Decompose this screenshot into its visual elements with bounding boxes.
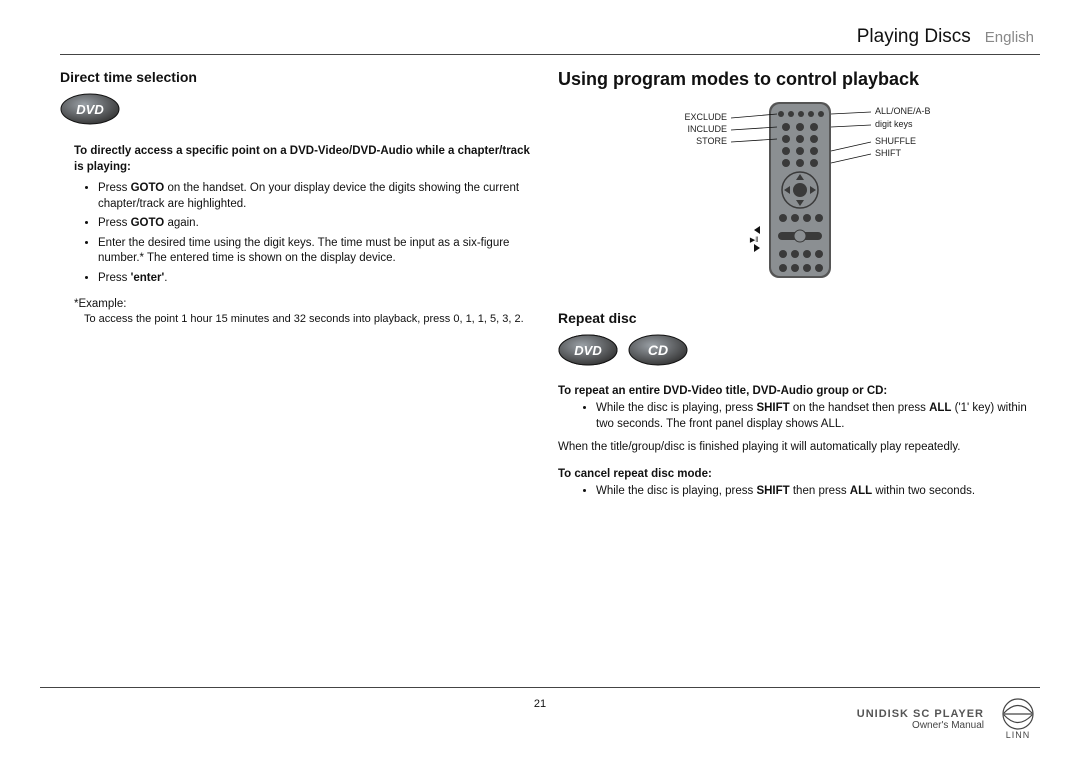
cancel-repeat-step-1: While the disc is playing, press SHIFT t…: [596, 484, 1040, 500]
repeat-steps: While the disc is playing, press SHIFT o…: [558, 401, 1040, 432]
language-label: English: [985, 29, 1034, 46]
chapter-title: Playing Discs: [857, 26, 971, 48]
callout-include: INCLUDE: [659, 124, 727, 134]
callout-exclude: EXCLUDE: [659, 112, 727, 122]
step-1: Press GOTO on the handset. On your displ…: [98, 181, 530, 212]
header-rule: [60, 54, 1040, 55]
remote-illustration: ▶ǁ EXCLUDE INCLUDE: [659, 100, 939, 280]
page-number: 21: [40, 698, 1040, 710]
owners-manual-label: Owner's Manual: [857, 720, 984, 731]
direct-time-steps: Press GOTO on the handset. On your displ…: [60, 181, 530, 286]
cancel-repeat-lead: To cancel repeat disc mode:: [558, 468, 1040, 480]
callout-shuffle: SHUFFLE: [875, 136, 916, 146]
example-body: To access the point 1 hour 15 minutes an…: [84, 312, 530, 327]
svg-text:DVD: DVD: [574, 343, 602, 358]
repeat-disc-title: Repeat disc: [558, 310, 1040, 326]
repeat-step-1: While the disc is playing, press SHIFT o…: [596, 401, 1040, 432]
dvd-badge-icon: DVD: [60, 93, 120, 130]
direct-time-title: Direct time selection: [60, 69, 530, 85]
step-4: Press 'enter'.: [98, 271, 530, 287]
step-2: Press GOTO again.: [98, 216, 530, 232]
callout-store: STORE: [659, 136, 727, 146]
brand-text: LINN: [1006, 730, 1031, 740]
cd-badge-icon: CD: [628, 334, 688, 371]
callout-all-one-ab: ALL/ONE/A-B: [875, 106, 931, 116]
callout-shift: SHIFT: [875, 148, 901, 158]
example-label: *Example:: [74, 298, 530, 310]
repeat-after-text: When the title/group/disc is finished pl…: [558, 440, 1040, 456]
page-footer: 21 UNIDISK SC PLAYER Owner's Manual LINN: [40, 687, 1040, 743]
svg-text:DVD: DVD: [76, 102, 104, 117]
direct-time-lead: To directly access a specific point on a…: [74, 144, 530, 175]
dvd-badge-icon-2: DVD: [558, 334, 618, 371]
svg-text:▶ǁ: ▶ǁ: [750, 237, 758, 244]
callout-digit-keys: digit keys: [875, 119, 913, 129]
cancel-repeat-steps: While the disc is playing, press SHIFT t…: [558, 484, 1040, 500]
step-3: Enter the desired time using the digit k…: [98, 236, 530, 267]
svg-text:CD: CD: [648, 342, 668, 358]
repeat-lead: To repeat an entire DVD-Video title, DVD…: [558, 385, 1040, 397]
program-modes-title: Using program modes to control playback: [558, 69, 1040, 90]
